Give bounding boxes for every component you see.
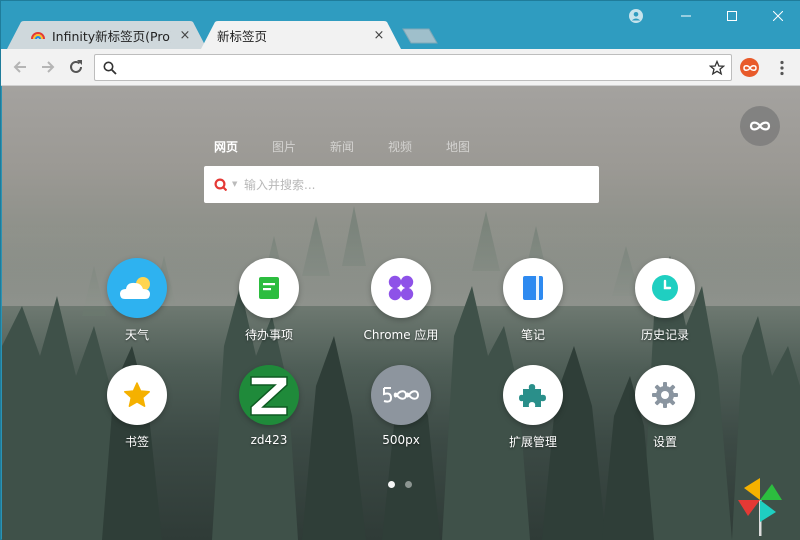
infinity-symbol-icon [749,121,771,131]
500px-logo-icon [371,365,431,425]
tile-label: 500px [382,433,420,447]
bookmark-star-outline-icon[interactable] [709,60,725,76]
search-engine-icon[interactable] [214,178,227,191]
close-window-button[interactable] [755,1,800,31]
todo-icon [239,258,299,318]
minimize-button[interactable] [663,1,709,31]
tile-label: 扩展管理 [508,435,557,449]
search-tab-video[interactable]: 视频 [388,138,446,155]
search-tab-maps[interactable]: 地图 [446,138,504,155]
zd423-logo-icon [239,365,299,425]
tile-extensions[interactable]: 扩展管理 [478,365,588,450]
tile-zd423[interactable]: zd423 [214,365,324,447]
clock-icon [652,275,678,301]
page-dot-1[interactable] [388,481,395,488]
tab-title: 新标签页 [217,28,268,44]
minimize-icon [681,15,691,17]
reload-button[interactable] [65,56,87,78]
infinity-extension-icon[interactable] [740,58,759,77]
browser-window: Infinity新标签页(Pro) - C × 新标签页 × [0,0,800,540]
tile-label: 历史记录 [640,328,689,342]
tile-label: Chrome 应用 [363,328,439,342]
tile-label: 书签 [124,435,149,449]
tab-close-icon[interactable]: × [371,27,387,43]
search-tab-web[interactable]: 网页 [214,138,272,155]
puzzle-icon [503,365,563,425]
forward-button[interactable] [37,56,59,78]
todo-icon-graphic [259,277,279,299]
tile-chrome-apps[interactable]: Chrome 应用 [346,258,456,343]
address-input[interactable] [125,58,695,78]
engine-dropdown-caret-icon[interactable]: ▼ [232,180,237,188]
page-dot-2[interactable] [405,481,412,488]
search-tab-images[interactable]: 图片 [272,138,330,155]
notebook-icon [523,276,543,300]
pagination-dots [388,481,412,488]
zd423-z-logo [250,376,288,416]
gear-icon-graphic [652,382,678,408]
rainbow-favicon-icon [31,32,45,40]
tile-weather[interactable]: 天气 [82,258,192,343]
chrome-menu-button[interactable] [773,57,791,79]
back-arrow-icon [13,61,26,73]
maximize-button[interactable] [709,1,755,31]
puzzle-piece-icon [519,384,546,407]
window-controls [663,1,800,31]
gear-icon [635,365,695,425]
history-icon [635,258,695,318]
tile-history[interactable]: 历史记录 [610,258,720,343]
tile-label: 笔记 [520,328,545,342]
tab-title: Infinity新标签页(Pro) - C [52,28,171,44]
close-icon [773,11,783,21]
tile-label: 设置 [652,435,677,449]
maximize-icon [727,11,737,21]
tile-todo[interactable]: 待办事项 [214,258,324,343]
reload-icon [70,60,82,73]
tile-settings[interactable]: 设置 [610,365,720,450]
tile-label: 天气 [124,328,149,342]
search-tab-news[interactable]: 新闻 [330,138,388,155]
bookmark-star-icon [107,365,167,425]
tile-label: zd423 [250,433,288,447]
tile-500px[interactable]: 500px [346,365,456,447]
tab-new-tab[interactable]: 新标签页 × [201,21,401,49]
search-input[interactable] [244,175,584,195]
pinwheel-icon[interactable] [736,476,784,536]
chrome-apps-icon [371,258,431,318]
forward-arrow-icon [42,61,55,73]
star-icon [124,382,150,407]
500px-logo-graphic [383,387,420,403]
search-box: ▼ [204,166,599,203]
new-tab-button[interactable] [402,28,438,44]
weather-icon [107,258,167,318]
tab-infinity[interactable]: Infinity新标签页(Pro) - C × [7,21,207,49]
tab-strip: Infinity新标签页(Pro) - C × 新标签页 × [1,1,800,49]
apps-clover-icon [388,275,414,301]
search-type-tabs: 网页 图片 新闻 视频 地图 [214,138,504,155]
tile-bookmarks[interactable]: 书签 [82,365,192,450]
more-vert-icon [780,60,784,76]
tile-label: 待办事项 [244,328,293,342]
new-tab-page: 网页 图片 新闻 视频 地图 ▼ 天气 [2,86,800,540]
tile-notes[interactable]: 笔记 [478,258,588,343]
address-bar[interactable] [94,54,732,81]
back-button[interactable] [9,56,31,78]
search-icon [103,61,117,75]
weather-icon-graphic [120,277,150,299]
infinity-symbol-icon [742,64,757,71]
browser-toolbar [1,49,800,86]
infinity-menu-button[interactable] [740,106,780,146]
notes-icon [503,258,563,318]
profile-icon[interactable] [629,9,643,23]
tab-close-icon[interactable]: × [177,27,193,43]
